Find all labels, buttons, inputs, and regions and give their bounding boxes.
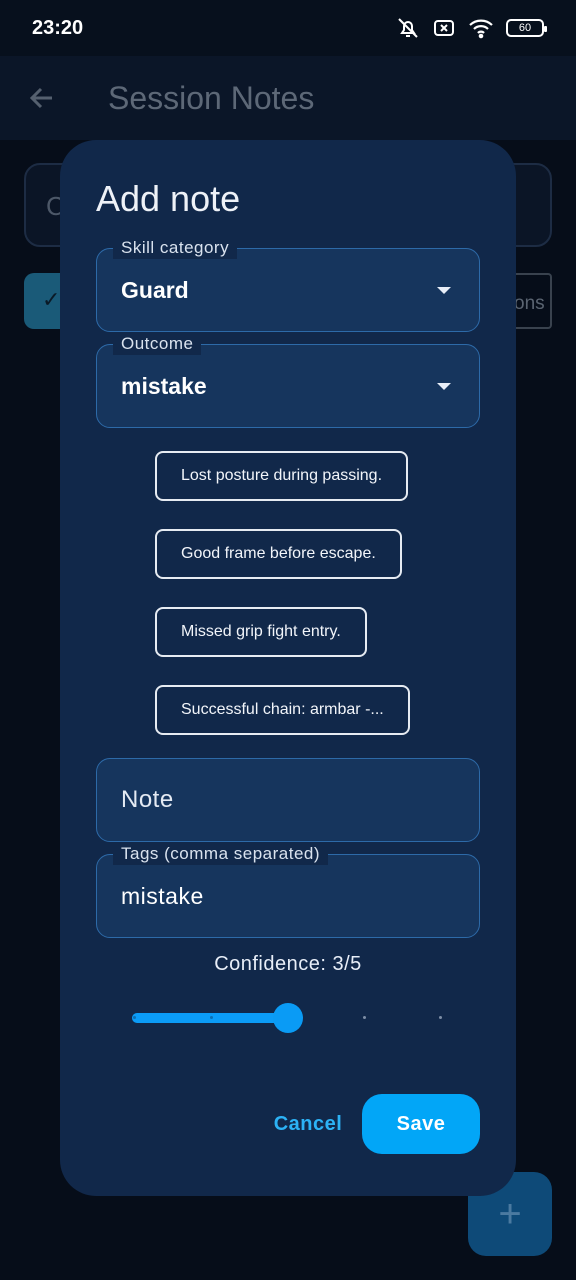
suggestion-chip[interactable]: Good frame before escape. bbox=[155, 529, 402, 579]
slider-tick bbox=[133, 1016, 136, 1019]
note-placeholder: Note bbox=[121, 786, 174, 813]
suggestion-chip[interactable]: Successful chain: armbar -... bbox=[155, 685, 410, 735]
status-time: 23:20 bbox=[32, 16, 84, 39]
slider-tick bbox=[210, 1016, 213, 1019]
outcome-value: mistake bbox=[121, 373, 207, 399]
app-bar: Session Notes bbox=[0, 56, 576, 140]
note-input[interactable]: Note bbox=[96, 758, 480, 842]
slider-tick bbox=[439, 1016, 442, 1019]
filter-chip-label: ons bbox=[514, 293, 545, 314]
add-note-dialog: Add note Skill category Guard Outcome mi… bbox=[60, 140, 516, 1196]
save-button[interactable]: Save bbox=[362, 1094, 480, 1154]
suggestion-chip[interactable]: Lost posture during passing. bbox=[155, 451, 409, 501]
tags-value: mistake bbox=[121, 883, 204, 909]
battery-icon: 60 bbox=[506, 19, 547, 37]
cancel-button[interactable]: Cancel bbox=[256, 1094, 360, 1154]
chevron-down-icon bbox=[437, 287, 451, 294]
mute-icon bbox=[396, 16, 420, 40]
confidence-label: Confidence: 3/5 bbox=[214, 953, 362, 975]
checkmark-icon: ✓ bbox=[42, 287, 61, 312]
dialog-title: Add note bbox=[96, 178, 241, 219]
suggestion-chip[interactable]: Missed grip fight entry. bbox=[155, 607, 367, 657]
close-box-icon bbox=[432, 16, 456, 40]
skill-category-value: Guard bbox=[121, 277, 189, 303]
wifi-icon bbox=[468, 17, 494, 39]
skill-category-dropdown[interactable]: Skill category Guard bbox=[96, 237, 480, 332]
page-title: Session Notes bbox=[108, 79, 315, 116]
chevron-down-icon bbox=[437, 383, 451, 390]
status-icons: 60 bbox=[396, 16, 547, 40]
arrow-left-icon[interactable] bbox=[28, 84, 56, 112]
plus-icon: + bbox=[498, 1191, 522, 1236]
skill-category-label: Skill category bbox=[113, 237, 238, 259]
slider-thumb[interactable] bbox=[273, 1003, 303, 1033]
confidence-slider[interactable] bbox=[132, 1003, 444, 1033]
outcome-dropdown[interactable]: Outcome mistake bbox=[96, 333, 480, 428]
slider-tick bbox=[363, 1016, 366, 1019]
tags-label: Tags (comma separated) bbox=[113, 843, 329, 865]
outcome-label: Outcome bbox=[113, 333, 202, 355]
tags-input[interactable]: Tags (comma separated) mistake bbox=[96, 843, 480, 938]
status-bar: 23:20 60 bbox=[0, 0, 576, 56]
